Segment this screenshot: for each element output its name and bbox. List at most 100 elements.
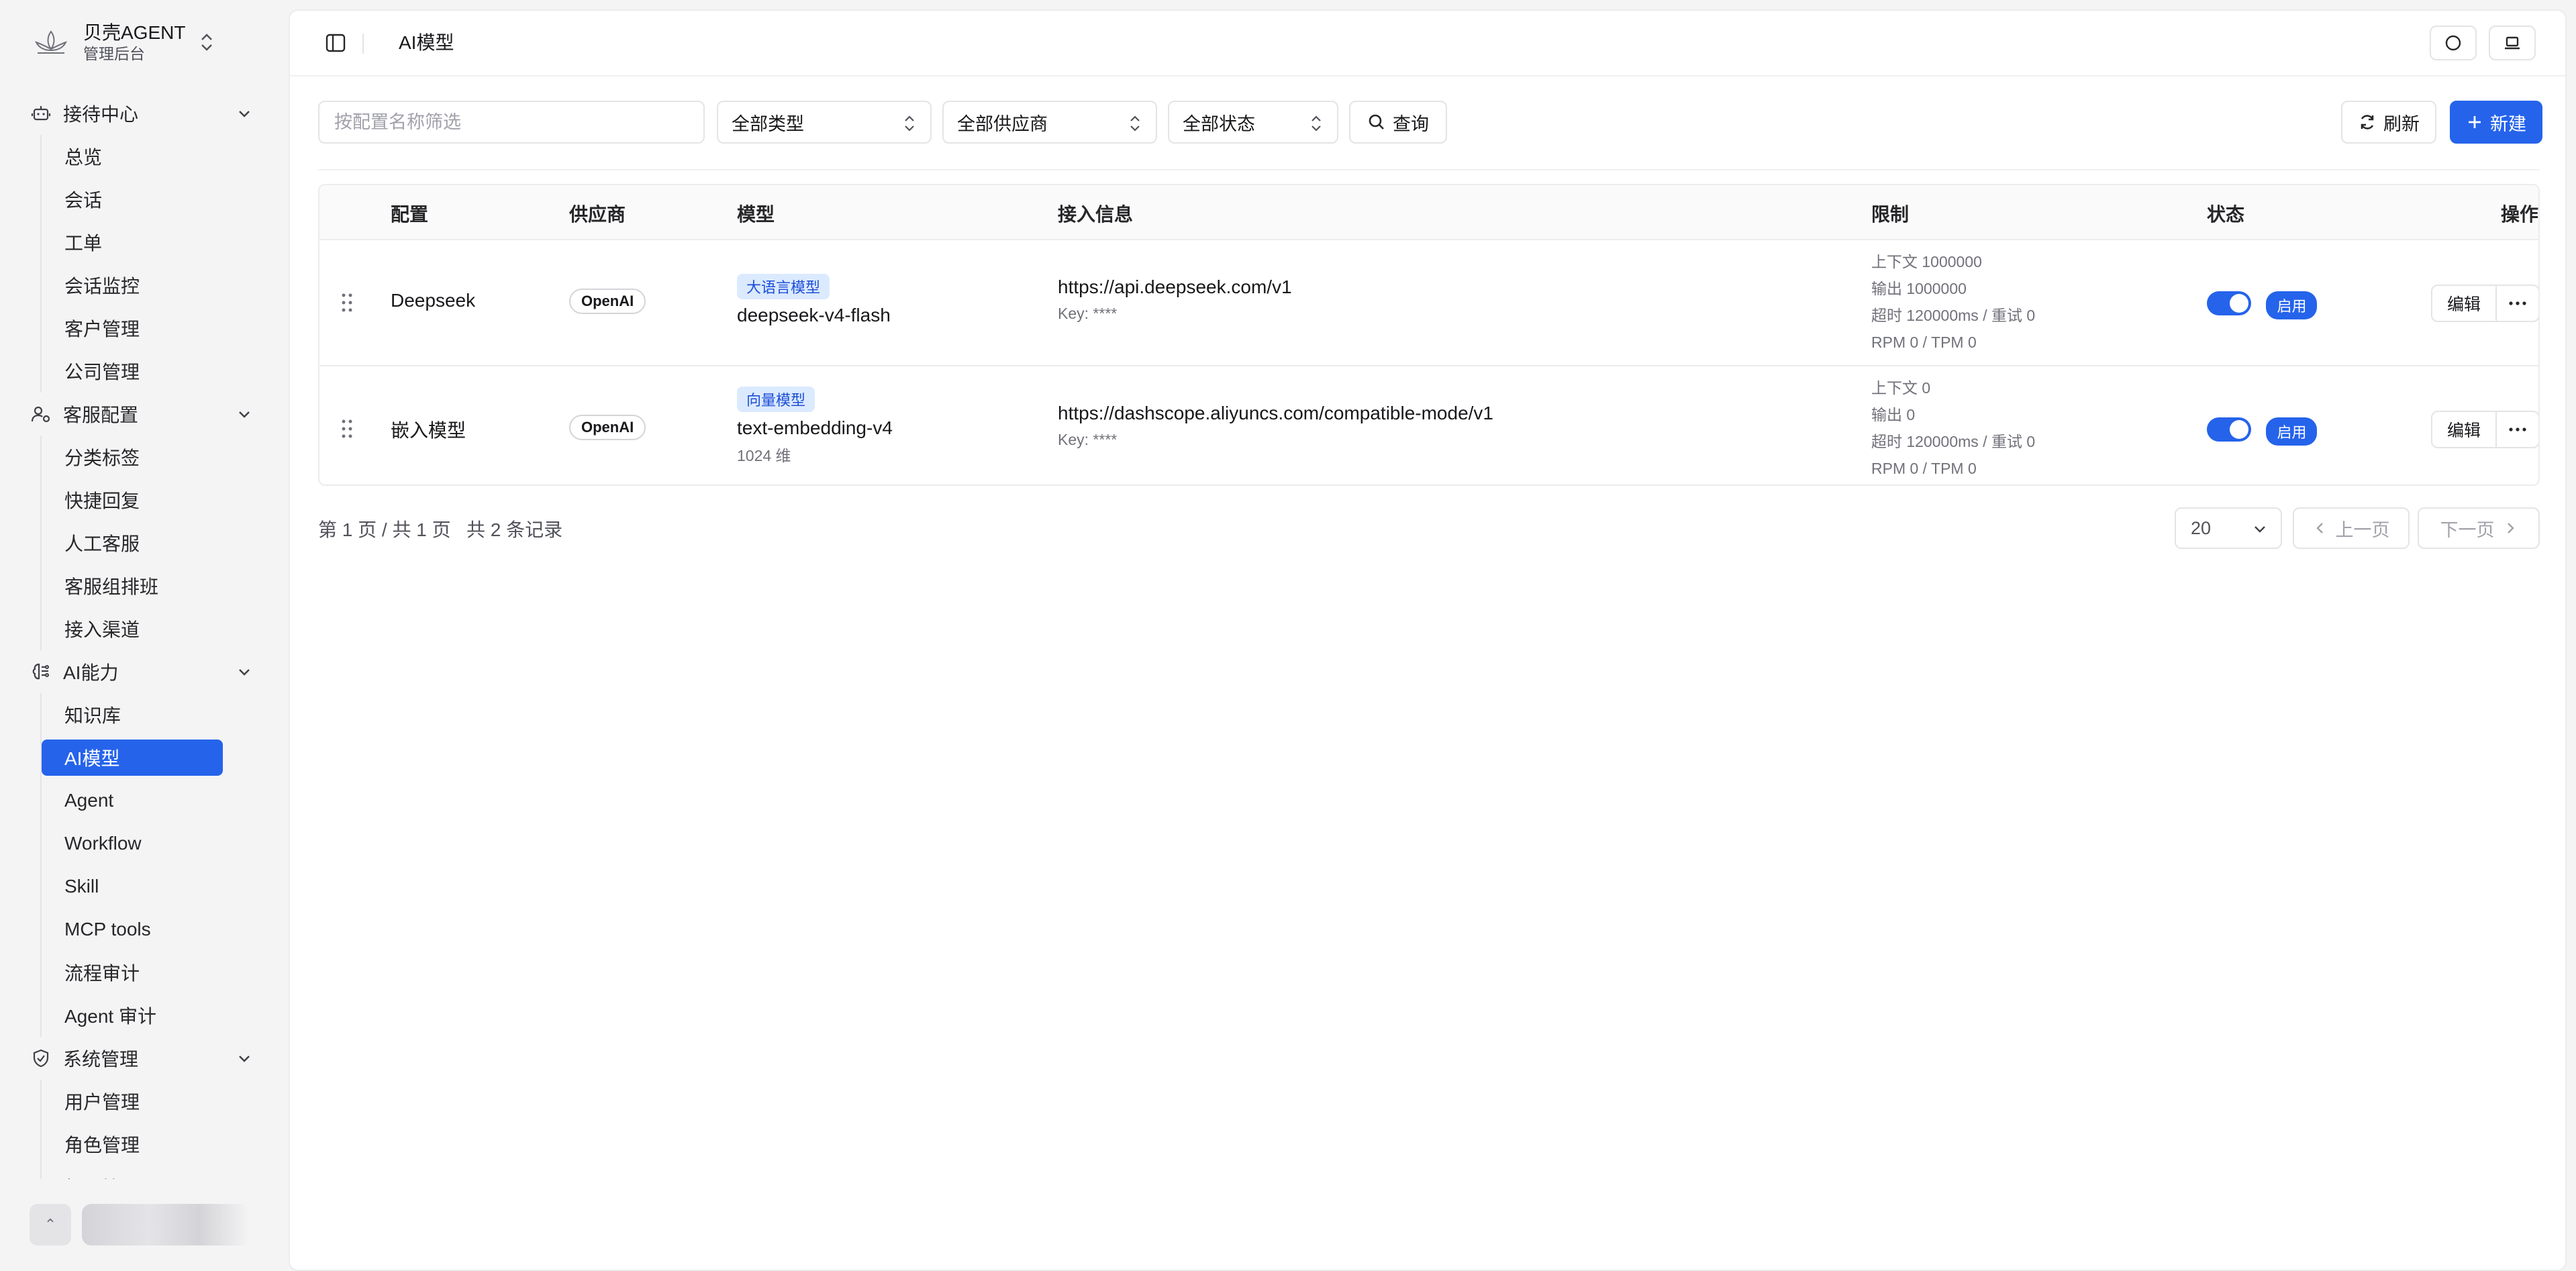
user-info-redacted bbox=[82, 1204, 250, 1245]
sidebar-item-users[interactable]: 用户管理 bbox=[42, 1080, 223, 1123]
sidebar-group-ai[interactable]: AI能力 bbox=[0, 650, 289, 693]
sidebar-item-workflow[interactable]: Workflow bbox=[42, 822, 223, 865]
brand-subtitle: 管理后台 bbox=[83, 45, 145, 62]
pagination-summary: 第 1 页 / 共 1 页 共 2 条记录 bbox=[318, 519, 563, 540]
refresh-button-label: 刷新 bbox=[2383, 113, 2420, 134]
next-page-label: 下一页 bbox=[2440, 519, 2495, 540]
filter-toolbar: 全部类型 全部供应商 全部状态 查询 刷新 新建 bbox=[318, 101, 2542, 145]
sidebar-item-channels[interactable]: 接入渠道 bbox=[42, 607, 223, 650]
sidebar-item-tickets[interactable]: 工单 bbox=[42, 221, 223, 264]
enable-toggle[interactable] bbox=[2207, 291, 2251, 315]
refresh-icon bbox=[2361, 115, 2374, 130]
more-button[interactable] bbox=[2497, 286, 2538, 321]
status-select[interactable]: 全部状态 bbox=[1168, 101, 1338, 144]
new-button[interactable]: 新建 bbox=[2450, 101, 2542, 144]
sidebar-item-quick-replies[interactable]: 快捷回复 bbox=[42, 478, 223, 521]
toolbar-divider bbox=[318, 169, 2540, 170]
api-key-masked: Key: **** bbox=[1058, 305, 1118, 322]
sidebar-item-companies[interactable]: 公司管理 bbox=[42, 350, 223, 393]
config-name: Deepseek bbox=[391, 290, 476, 311]
config-name-filter-input[interactable] bbox=[318, 101, 705, 144]
column-header-actions: 操作 bbox=[2501, 204, 2539, 225]
table-row[interactable]: Deepseek OpenAI 大语言模型 deepseek-v4-flash … bbox=[319, 240, 2538, 366]
chevron-down-icon bbox=[239, 411, 250, 418]
status-badge: 启用 bbox=[2266, 417, 2318, 446]
more-icon bbox=[2509, 427, 2526, 431]
sidebar-item-roles[interactable]: 角色管理 bbox=[42, 1123, 223, 1166]
chevrons-updown-icon bbox=[1130, 115, 1140, 132]
sidebar: 贝壳AGENT 管理后台 接待中心 总览 会话 工单 会话监控 客户管理 公司管… bbox=[0, 0, 289, 1266]
sidebar-item-session-monitor[interactable]: 会话监控 bbox=[42, 264, 223, 307]
row-actions: 编辑 bbox=[2431, 411, 2538, 448]
model-name: text-embedding-v4 bbox=[737, 417, 893, 438]
query-button[interactable]: 查询 bbox=[1349, 101, 1447, 144]
circle-icon bbox=[2445, 35, 2461, 51]
sidebar-group-label: 客服配置 bbox=[63, 405, 139, 425]
sidebar-item-overview[interactable]: 总览 bbox=[42, 135, 223, 178]
config-name: 嵌入模型 bbox=[391, 420, 466, 441]
sidebar-group-label: AI能力 bbox=[63, 662, 119, 683]
edit-button[interactable]: 编辑 bbox=[2432, 286, 2497, 321]
sidebar-item-skill[interactable]: Skill bbox=[42, 865, 223, 908]
sidebar-item-mcp-tools[interactable]: MCP tools bbox=[42, 908, 223, 951]
sidebar-item-agent-audit[interactable]: Agent 审计 bbox=[42, 994, 223, 1037]
enable-toggle[interactable] bbox=[2207, 417, 2251, 442]
sidebar-item-customers[interactable]: 客户管理 bbox=[42, 307, 223, 350]
new-button-label: 新建 bbox=[2490, 113, 2526, 134]
topbar: AI模型 bbox=[290, 11, 2565, 77]
limit-rpm-tpm: RPM 0 / TPM 0 bbox=[1871, 334, 1977, 351]
chevrons-updown-icon bbox=[1311, 115, 1321, 132]
prev-page-label: 上一页 bbox=[2335, 519, 2390, 540]
search-icon bbox=[1369, 114, 1384, 130]
sidebar-item-knowledge-base[interactable]: 知识库 bbox=[42, 693, 223, 736]
brand-switcher[interactable]: 贝壳AGENT 管理后台 bbox=[34, 19, 221, 66]
table-row[interactable]: 嵌入模型 OpenAI 向量模型 text-embedding-v4 1024 … bbox=[319, 366, 2538, 485]
sidebar-item-agent[interactable]: Agent bbox=[42, 779, 223, 822]
model-dimension: 1024 维 bbox=[737, 447, 791, 464]
more-icon bbox=[2509, 301, 2526, 305]
main-panel: AI模型 全部类型 全部供应商 全部状态 查询 刷新 bbox=[289, 9, 2567, 1271]
refresh-button[interactable]: 刷新 bbox=[2341, 101, 2436, 144]
bot-icon bbox=[30, 102, 52, 125]
page-size-select[interactable]: 20 bbox=[2175, 507, 2282, 549]
type-select[interactable]: 全部类型 bbox=[717, 101, 932, 144]
page-title: AI模型 bbox=[399, 32, 454, 53]
sidebar-group-reception[interactable]: 接待中心 bbox=[0, 92, 289, 135]
chevron-down-icon bbox=[239, 1056, 250, 1062]
lotus-logo-icon bbox=[35, 30, 67, 54]
chevron-down-icon bbox=[239, 111, 250, 117]
sidebar-item-flow-audit[interactable]: 流程审计 bbox=[42, 951, 223, 994]
sidebar-item-category-tags[interactable]: 分类标签 bbox=[42, 436, 223, 478]
limit-timeout-retry: 超时 120000ms / 重试 0 bbox=[1871, 433, 2036, 450]
theme-button[interactable] bbox=[2430, 26, 2477, 60]
status-badge: 启用 bbox=[2266, 291, 2318, 319]
limit-output: 输出 1000000 bbox=[1871, 280, 1967, 297]
device-button[interactable] bbox=[2489, 26, 2536, 60]
sidebar-item-ai-models[interactable]: AI模型 bbox=[42, 740, 223, 776]
endpoint-url: https://dashscope.aliyuncs.com/compatibl… bbox=[1058, 403, 1493, 423]
sidebar-item-human-agents[interactable]: 人工客服 bbox=[42, 521, 223, 564]
limit-context: 上下文 0 bbox=[1871, 379, 1931, 397]
limit-timeout-retry: 超时 120000ms / 重试 0 bbox=[1871, 307, 2036, 324]
sidebar-item-permissions[interactable]: 权限管理 bbox=[42, 1166, 223, 1179]
page-size-value: 20 bbox=[2191, 517, 2212, 538]
provider-select[interactable]: 全部供应商 bbox=[942, 101, 1157, 144]
user-menu[interactable]: ⌃ bbox=[30, 1194, 258, 1255]
grip-icon[interactable] bbox=[340, 291, 354, 314]
more-button[interactable] bbox=[2497, 412, 2538, 447]
sidebar-group-system[interactable]: 系统管理 bbox=[0, 1037, 289, 1080]
next-page-button[interactable]: 下一页 bbox=[2418, 507, 2540, 549]
limit-rpm-tpm: RPM 0 / TPM 0 bbox=[1871, 460, 1977, 477]
chevrons-updown-icon bbox=[201, 34, 212, 51]
grip-icon[interactable] bbox=[340, 417, 354, 440]
topbar-divider bbox=[362, 34, 364, 54]
endpoint-url: https://api.deepseek.com/v1 bbox=[1058, 276, 1292, 297]
edit-button[interactable]: 编辑 bbox=[2432, 412, 2497, 447]
prev-page-button[interactable]: 上一页 bbox=[2293, 507, 2410, 549]
chevron-down-icon bbox=[2255, 526, 2265, 533]
sidebar-group-service-config[interactable]: 客服配置 bbox=[0, 393, 289, 436]
sidebar-toggle-icon[interactable] bbox=[324, 31, 348, 55]
query-button-label: 查询 bbox=[1393, 113, 1429, 134]
sidebar-item-agent-schedule[interactable]: 客服组排班 bbox=[42, 564, 223, 607]
sidebar-item-sessions[interactable]: 会话 bbox=[42, 178, 223, 221]
